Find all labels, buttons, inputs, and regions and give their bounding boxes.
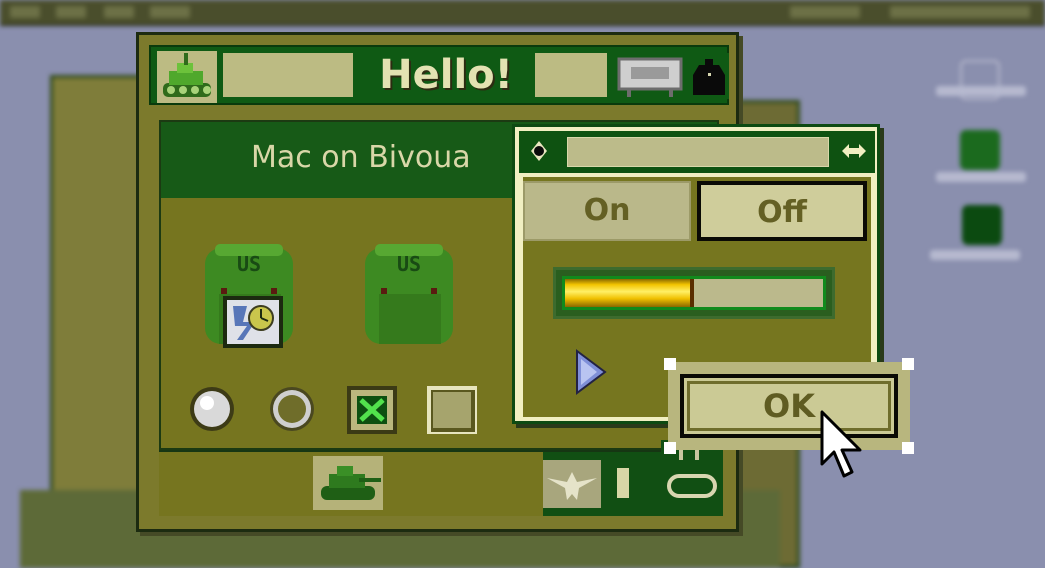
desktop-trash-icon[interactable] xyxy=(962,205,1002,245)
desktop-folder-icon[interactable] xyxy=(960,130,1000,170)
radio-button-selected[interactable] xyxy=(187,384,237,434)
checkbox-checked[interactable] xyxy=(347,386,397,434)
zoom-box-icon[interactable] xyxy=(839,137,869,165)
footer-tank-button[interactable] xyxy=(313,456,383,510)
dialog-title-bar[interactable] xyxy=(519,131,875,173)
mouse-pointer-icon xyxy=(820,410,862,478)
menu-file[interactable] xyxy=(56,6,86,18)
content-title: Mac on Bivoua xyxy=(251,140,471,175)
segment-off-button[interactable]: Off xyxy=(697,181,867,241)
window-footer xyxy=(159,440,723,516)
radio-button[interactable] xyxy=(267,384,317,434)
selection-handle xyxy=(664,358,676,370)
backpack-label: US xyxy=(396,252,422,276)
menu-bar xyxy=(0,0,1045,26)
menu-clock xyxy=(790,6,860,18)
bar-icon[interactable] xyxy=(617,468,629,498)
menu-edit[interactable] xyxy=(104,6,134,18)
menu-app-switcher[interactable] xyxy=(890,6,1030,18)
ok-button[interactable]: OK xyxy=(664,358,914,454)
menu-view[interactable] xyxy=(150,6,190,18)
segment-on-button[interactable]: On xyxy=(523,181,691,241)
desktop-disk-label xyxy=(936,86,1026,96)
title-stripe-right xyxy=(535,53,607,97)
selection-handle xyxy=(664,442,676,454)
apple-menu-icon[interactable] xyxy=(10,6,40,18)
bag-icon[interactable] xyxy=(689,53,729,99)
desktop-folder-label xyxy=(936,172,1026,182)
tank-icon xyxy=(321,466,381,500)
progress-track xyxy=(562,276,826,310)
window-title: Hello! xyxy=(379,52,513,98)
dialog-title-field xyxy=(567,137,829,167)
desktop-trash-label xyxy=(930,250,1020,260)
selection-handle xyxy=(902,442,914,454)
window-title-bar[interactable]: Hello! xyxy=(149,45,729,105)
tank-icon[interactable] xyxy=(157,51,217,103)
backpack-label: US xyxy=(236,252,262,276)
footer-tab-group xyxy=(543,440,723,516)
eagle-icon xyxy=(547,472,597,500)
eagle-tab[interactable] xyxy=(543,460,601,508)
selection-handle xyxy=(902,358,914,370)
disclosure-triangle-icon[interactable] xyxy=(575,349,607,395)
title-stripe-left xyxy=(223,53,353,97)
close-box-icon[interactable] xyxy=(525,137,553,165)
progress-bar xyxy=(553,267,835,319)
finder-clock-icon xyxy=(223,296,283,348)
sign-icon[interactable] xyxy=(617,57,683,97)
backpack-1[interactable]: US xyxy=(197,240,301,350)
checkbox[interactable] xyxy=(427,386,477,434)
backpack-2[interactable]: US xyxy=(357,240,461,350)
progress-fill xyxy=(565,279,694,307)
